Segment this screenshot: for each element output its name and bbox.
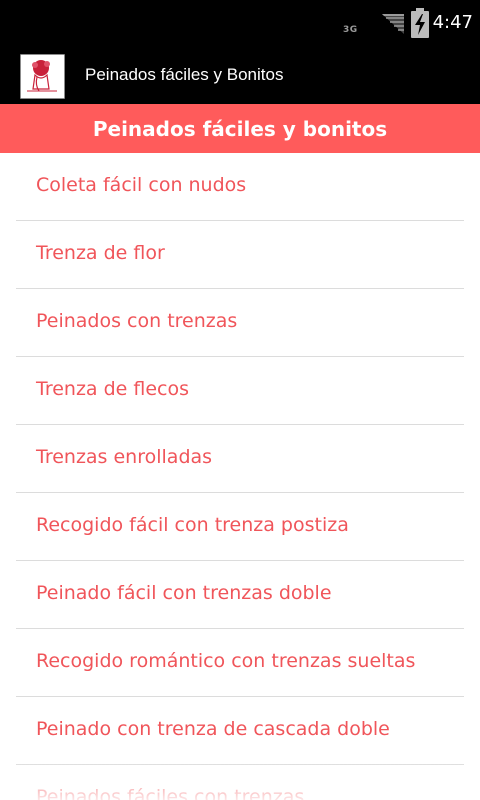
list-item[interactable]: Peinado fácil con trenzas doble (16, 561, 464, 629)
page-title: Peinados fáciles y bonitos (0, 104, 480, 153)
status-clock: 4:47 (432, 12, 473, 33)
list-item[interactable]: Trenzas enrolladas (16, 425, 464, 493)
list-item[interactable]: Coleta fácil con nudos (16, 153, 464, 221)
network-type-label: 3G (343, 25, 358, 35)
hairstyle-list[interactable]: Coleta fácil con nudos Trenza de flor Pe… (0, 153, 480, 800)
list-item-label: Trenzas enrolladas (36, 446, 213, 468)
list-item-label: Trenza de flor (36, 242, 165, 264)
list-item-label: Peinado fácil con trenzas doble (36, 582, 332, 604)
list-item[interactable]: Trenza de flor (16, 221, 464, 289)
list-item-label: Recogido romántico con trenzas sueltas (36, 650, 416, 672)
hairstyle-logo-icon (23, 57, 62, 96)
list-item-label: Peinados con trenzas (36, 310, 238, 332)
list-item[interactable]: Trenza de flecos (16, 357, 464, 425)
list-item[interactable]: Peinados fáciles con trenzas (16, 765, 464, 800)
list-item[interactable]: Recogido fácil con trenza postiza (16, 493, 464, 561)
list-item-label: Recogido fácil con trenza postiza (36, 514, 349, 536)
list-item[interactable]: Peinado con trenza de cascada doble (16, 697, 464, 765)
action-bar: Peinados fáciles y Bonitos (0, 50, 480, 104)
list-item-label: Peinado con trenza de cascada doble (36, 718, 390, 740)
list-item-label: Coleta fácil con nudos (36, 174, 247, 196)
app-title: Peinados fáciles y Bonitos (85, 65, 284, 84)
app-logo-icon[interactable] (20, 54, 65, 99)
list-item-label: Trenza de flecos (36, 378, 190, 400)
list-item[interactable]: Recogido romántico con trenzas sueltas (16, 629, 464, 697)
signal-strength-icon (382, 14, 404, 34)
list-item[interactable]: Peinados con trenzas (16, 289, 464, 357)
list-item-label: Peinados fáciles con trenzas (36, 786, 305, 800)
battery-charging-icon (411, 8, 429, 38)
status-bar: 3G 4:47 (0, 0, 480, 50)
